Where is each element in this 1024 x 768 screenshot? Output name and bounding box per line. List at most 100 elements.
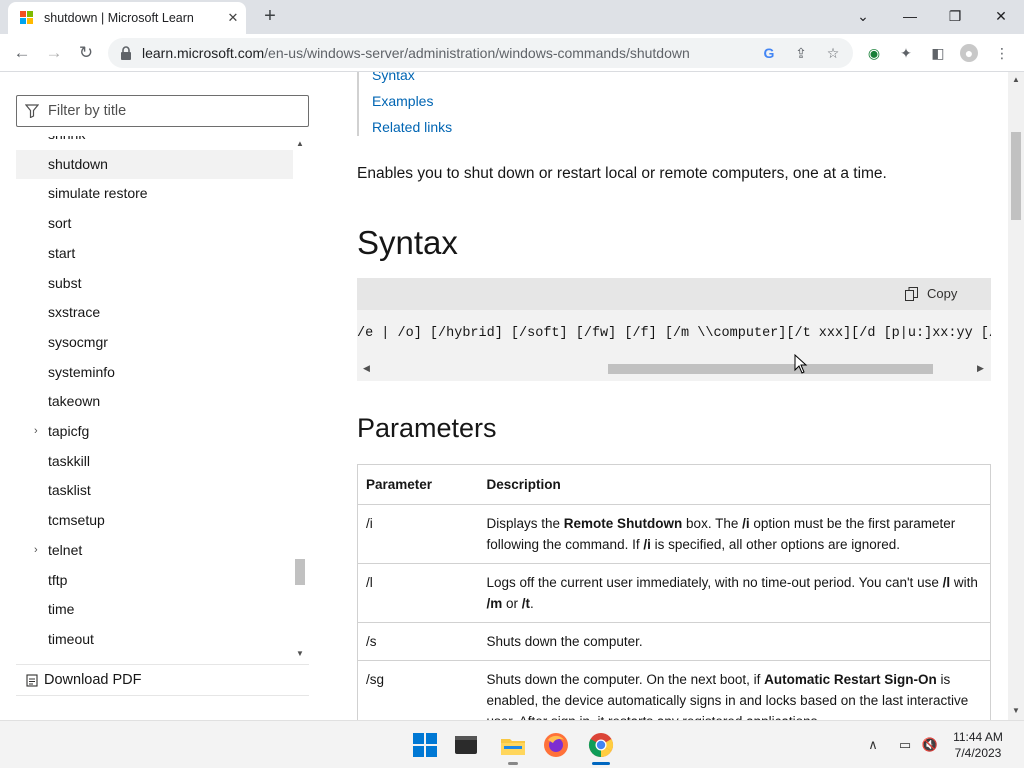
tray-overflow-chevron-icon[interactable]: ∧	[864, 736, 882, 754]
in-page-link-related-links[interactable]: Related links	[372, 119, 672, 135]
forward-button[interactable]: →	[42, 41, 66, 65]
back-button[interactable]: ←	[10, 41, 34, 65]
copy-button[interactable]: Copy	[927, 286, 957, 301]
description-text: Shuts down the computer.	[486, 634, 643, 649]
profile-avatar-icon[interactable]: ●	[960, 44, 978, 62]
toc-item-time[interactable]: time	[16, 595, 293, 624]
firefox-icon[interactable]	[542, 731, 570, 759]
toc-item-tftp[interactable]: tftp	[16, 566, 293, 595]
toc-item-telnet[interactable]: › telnet	[16, 536, 293, 565]
code-block-header	[357, 278, 991, 310]
network-monitor-icon[interactable]: ▭	[896, 736, 914, 754]
minimize-button[interactable]: —	[890, 4, 930, 28]
toc-item-subst[interactable]: subst	[16, 269, 293, 298]
scroll-up-arrow-icon[interactable]: ▲	[295, 139, 305, 149]
scroll-right-arrow-icon[interactable]: ▶	[977, 363, 984, 374]
toc-item-taskkill[interactable]: taskkill	[16, 447, 293, 476]
tab-search-icon[interactable]: ⌄	[843, 4, 883, 28]
in-page-link-examples[interactable]: Examples	[372, 93, 672, 109]
chevron-right-icon[interactable]: ›	[34, 536, 38, 565]
url-path: /en-us/windows-server/administration/win…	[264, 45, 690, 61]
chrome-icon[interactable]	[587, 731, 615, 759]
toc-list: shrink shutdown simulate restore sort start s…	[16, 136, 293, 663]
share-icon[interactable]: ⇪	[792, 44, 810, 62]
volume-muted-icon[interactable]: 🔇	[921, 736, 939, 754]
extension-green-icon[interactable]: ◉	[865, 44, 883, 62]
toc-item-label: sort	[48, 215, 72, 232]
description-text: Logs off the current user immediately, w…	[486, 575, 943, 590]
description-text: is specified, all other options are igno…	[650, 537, 900, 552]
toc-item-shrink[interactable]: shrink	[16, 136, 293, 149]
description-bold-text: /m	[486, 596, 503, 611]
toc-item-sort[interactable]: sort	[16, 209, 293, 238]
toc-item-title[interactable]: title	[16, 655, 293, 663]
filter-input[interactable]	[48, 101, 298, 121]
close-window-button[interactable]: ✕	[981, 4, 1021, 28]
bookmark-star-icon[interactable]: ☆	[824, 44, 842, 62]
filter-icon	[25, 104, 39, 118]
extensions-puzzle-icon[interactable]: ✦	[897, 44, 915, 62]
page-scroll-up-icon[interactable]: ▲	[1011, 75, 1021, 84]
toc-item-tapicfg[interactable]: › tapicfg	[16, 417, 293, 446]
copy-icon[interactable]	[905, 287, 918, 301]
toc-item-tcmsetup[interactable]: tcmsetup	[16, 506, 293, 535]
system-clock[interactable]: 11:44 AM 7/4/2023	[938, 729, 1018, 761]
article-content: Syntax Examples Related links Enables yo…	[330, 72, 1008, 720]
code-scroll-thumb[interactable]	[608, 364, 933, 374]
code-horizontal-scrollbar[interactable]: ◀ ▶	[357, 362, 991, 376]
tab-strip: shutdown | Microsoft Learn ✕ + ⌄ — ❐ ✕	[0, 0, 1024, 34]
toc-item-label: takeown	[48, 393, 101, 410]
toc-item-systeminfo[interactable]: systeminfo	[16, 358, 293, 387]
download-pdf-button[interactable]: Download PDF	[16, 664, 309, 696]
clock-time: 11:44 AM	[953, 730, 1003, 744]
toc-item-start[interactable]: start	[16, 239, 293, 268]
description-text: Displays the	[486, 516, 564, 531]
parameter-cell: /l	[357, 563, 479, 623]
description-text: or	[502, 596, 522, 611]
tab-title: shutdown | Microsoft Learn	[44, 11, 194, 25]
parameter-cell: /i	[357, 504, 479, 564]
toc-item-timeout[interactable]: timeout	[16, 625, 293, 654]
table-row: /s Shuts down the computer.	[357, 622, 991, 661]
in-page-link-syntax[interactable]: Syntax	[372, 72, 672, 83]
parameters-table-body: /i Displays the Remote Shutdown box. The …	[357, 504, 991, 720]
toc-item-label: time	[48, 601, 75, 618]
toc-item-label: telnet	[48, 541, 83, 558]
scroll-left-arrow-icon[interactable]: ◀	[363, 363, 370, 374]
terminal-icon[interactable]	[452, 731, 480, 759]
scroll-down-arrow-icon[interactable]: ▼	[295, 649, 305, 659]
file-explorer-icon[interactable]	[499, 731, 527, 759]
menu-kebab-icon[interactable]: ⋮	[993, 44, 1011, 62]
toc-scrollbar[interactable]: ▲ ▼	[293, 135, 307, 662]
reload-button[interactable]: ↻	[74, 41, 98, 65]
address-bar[interactable]: learn.microsoft.com/en-us/windows-server…	[108, 38, 853, 68]
syntax-heading: Syntax	[357, 224, 458, 261]
close-tab-icon[interactable]: ✕	[224, 9, 242, 27]
toc-item-sxstrace[interactable]: sxstrace	[16, 298, 293, 327]
chevron-right-icon[interactable]: ›	[34, 417, 38, 446]
google-lens-icon[interactable]: G	[760, 44, 778, 62]
description-cell: Shuts down the computer. On the next boo…	[478, 660, 991, 720]
restore-button[interactable]: ❐	[935, 4, 975, 28]
page-scrollbar[interactable]: ▲ ▼	[1008, 72, 1024, 720]
page-scroll-down-icon[interactable]: ▼	[1011, 706, 1021, 715]
syntax-code-block: Copy /e | /o] [/hybrid] [/soft] [/fw] [/…	[357, 278, 991, 381]
new-tab-button[interactable]: +	[259, 5, 281, 27]
toc-item-tasklist[interactable]: tasklist	[16, 476, 293, 505]
column-header-parameter: Parameter	[357, 464, 479, 505]
explorer-running-indicator	[508, 762, 518, 765]
side-panel-icon[interactable]: ◧	[929, 44, 947, 62]
article-intro: Enables you to shut down or restart loca…	[357, 165, 887, 182]
start-icon[interactable]	[411, 731, 439, 759]
description-cell: Logs off the current user immediately, w…	[478, 563, 991, 623]
page-scroll-thumb[interactable]	[1011, 132, 1021, 220]
description-text: box. The	[682, 516, 743, 531]
toc-item-label: taskkill	[48, 452, 91, 469]
toc-item-simulate-restore[interactable]: simulate restore	[16, 179, 293, 208]
toc-item-sysocmgr[interactable]: sysocmgr	[16, 328, 293, 357]
toc-item-takeown[interactable]: takeown	[16, 387, 293, 416]
toc-item-shutdown[interactable]: shutdown	[16, 149, 293, 179]
toc-scroll-thumb[interactable]	[295, 559, 305, 585]
filter-box[interactable]	[16, 95, 309, 127]
browser-tab[interactable]: shutdown | Microsoft Learn ✕	[8, 2, 246, 34]
